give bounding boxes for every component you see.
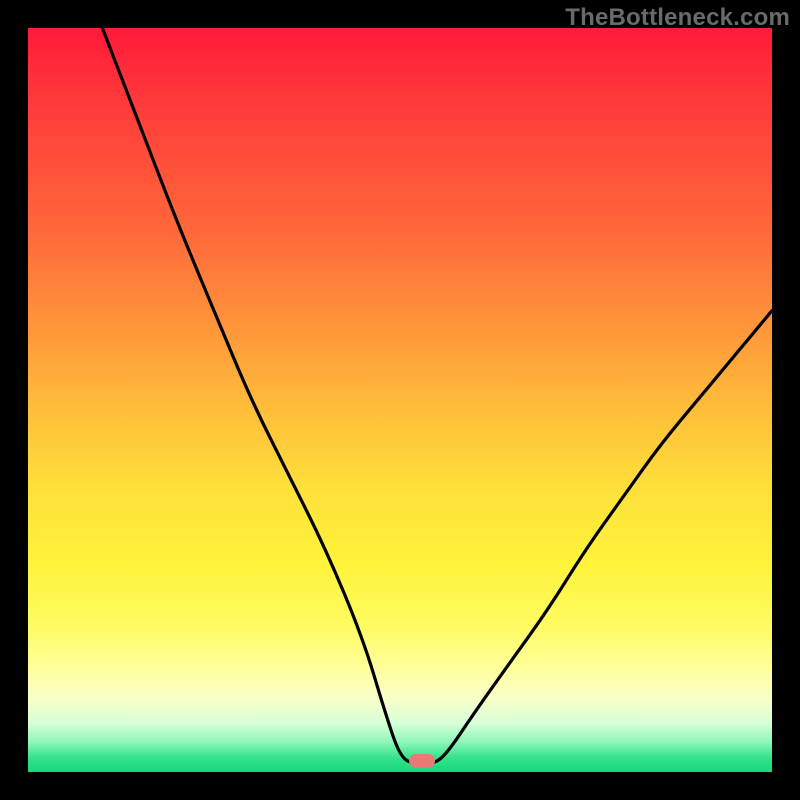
plot-area (28, 28, 772, 772)
bottleneck-curve-path (102, 28, 772, 765)
curve-svg (28, 28, 772, 772)
chart-frame: TheBottleneck.com (0, 0, 800, 800)
optimum-marker (409, 754, 435, 768)
